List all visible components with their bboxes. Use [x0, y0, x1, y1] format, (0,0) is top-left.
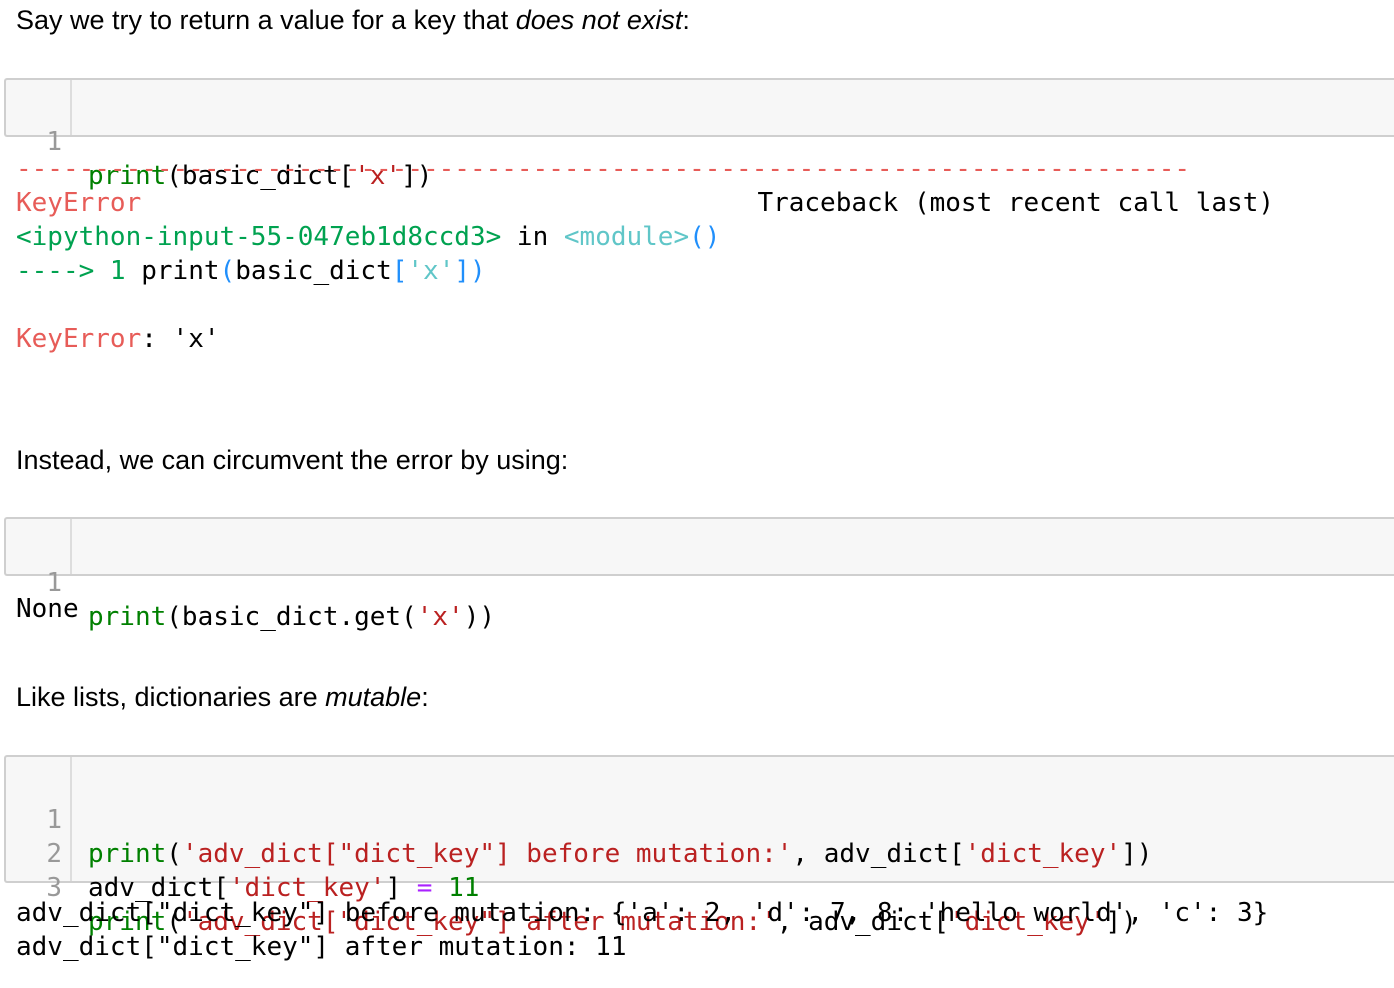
code-line[interactable]: 1 print('adv_dict["dict_key"] before mut… [6, 769, 1394, 869]
paragraph-text: : [682, 5, 690, 35]
paragraph-text: Like lists, dictionaries are [16, 682, 326, 712]
code-line[interactable]: 2 adv_dict['dict_key'] = 11 [6, 803, 1394, 903]
module-name: <module> [563, 222, 690, 252]
paragraph-text: : [421, 682, 429, 712]
markdown-paragraph-mutable: Like lists, dictionaries are mutable: [16, 680, 429, 714]
traceback-label: Traceback (most recent call last) [757, 188, 1274, 218]
traceback-dashes: ----------------------------------------… [16, 154, 1190, 184]
traceback-line-number: 1 [94, 256, 142, 286]
paragraph-emphasis: mutable [325, 682, 422, 712]
markdown-paragraph-missing-key: Say we try to return a value for a key t… [16, 3, 690, 37]
traceback-source-line: ----> 1 print(basic_dict['x']) [16, 256, 486, 286]
traceback-arrow: ----> [16, 256, 95, 286]
markdown-paragraph-circumvent: Instead, we can circumvent the error by … [16, 445, 569, 475]
cell-3-output-line: adv_dict["dict_key"] after mutation: 11 [16, 932, 627, 962]
cell-3-output-line: adv_dict["dict_key"] before mutation: {'… [16, 898, 1269, 928]
string-literal: 'x' [416, 602, 464, 632]
code-line[interactable]: 1 print(basic_dict['x']) [6, 91, 1394, 191]
builtin-print: print [88, 602, 167, 632]
traceback-header: KeyError Traceback (most recent call last… [16, 186, 1274, 220]
code-text: (basic_dict.get( [166, 602, 417, 632]
code-text: )) [463, 602, 496, 632]
cell-2-output: None [16, 594, 79, 624]
code-cell-2[interactable]: 1 print(basic_dict.get('x')) [4, 517, 1394, 632]
code-cell-3[interactable]: 1 print('adv_dict["dict_key"] before mut… [4, 755, 1394, 937]
traceback-location: <ipython-input-55-047eb1d8ccd3> in <modu… [16, 220, 720, 254]
error-detail: : 'x' [141, 324, 220, 354]
paragraph-emphasis: does not exist [515, 5, 683, 35]
module-parens: () [689, 222, 721, 252]
in-word: in [501, 222, 564, 252]
error-name: KeyError [16, 188, 142, 218]
code-line[interactable]: 3 print('adv_dict["dict_key"] after muta… [6, 837, 1394, 937]
code-line[interactable]: 1 print(basic_dict.get('x')) [6, 532, 1394, 632]
paragraph-text: Say we try to return a value for a key t… [16, 5, 516, 35]
error-name: KeyError [16, 324, 142, 354]
traceback-error-message: KeyError: 'x' [16, 322, 220, 356]
code-cell-1[interactable]: 1 print(basic_dict['x']) [4, 78, 1394, 191]
input-reference: <ipython-input-55-047eb1d8ccd3> [16, 222, 502, 252]
